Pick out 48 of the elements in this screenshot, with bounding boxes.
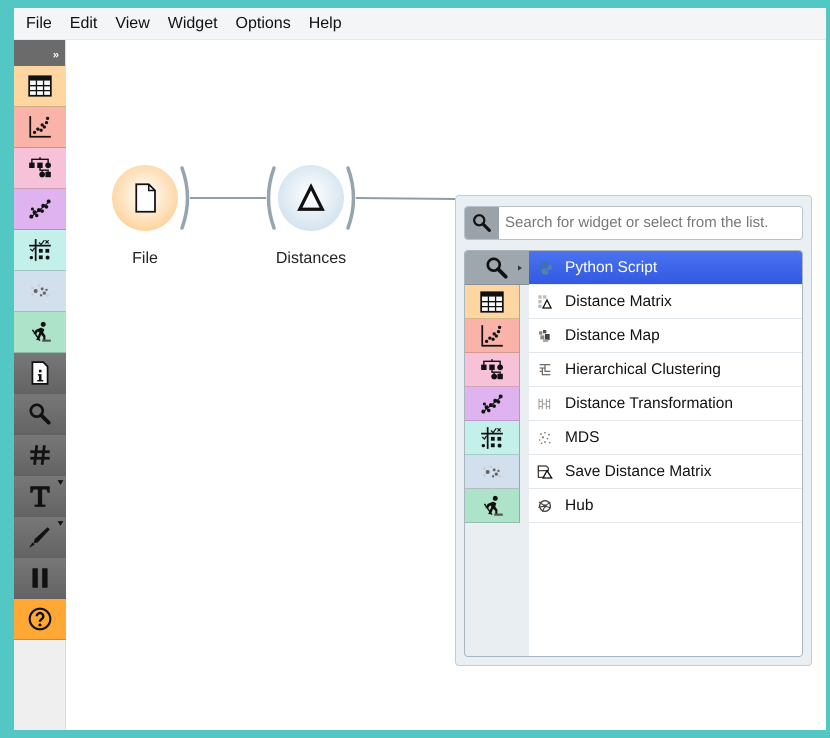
- transform-icon: [537, 396, 553, 412]
- category-button[interactable]: [14, 189, 66, 230]
- dendrogram-icon: [537, 362, 553, 378]
- python-icon: [537, 260, 553, 276]
- category-button[interactable]: [14, 230, 66, 271]
- category-button[interactable]: [14, 66, 66, 107]
- matrix-icon: [537, 294, 553, 310]
- tool-button[interactable]: [14, 599, 66, 640]
- node-label: Distances: [274, 249, 348, 269]
- menu-item[interactable]: Options: [230, 10, 297, 38]
- widget-list-item[interactable]: Python Script: [529, 251, 802, 285]
- search-icon: [471, 212, 493, 234]
- link-line[interactable]: [356, 197, 456, 200]
- triangle-icon: [296, 183, 326, 213]
- search-icon: [27, 401, 53, 427]
- table-icon: [479, 288, 505, 314]
- collapse-toggle[interactable]: »: [14, 40, 65, 66]
- category-tab[interactable]: [465, 489, 520, 523]
- tool-button[interactable]: [14, 353, 66, 394]
- menu-item[interactable]: View: [109, 10, 156, 38]
- search-icon: [484, 254, 510, 280]
- caret-icon: [57, 520, 64, 527]
- hub-icon: [537, 498, 553, 514]
- grid-icon: [479, 424, 505, 450]
- category-tab[interactable]: [465, 319, 520, 353]
- grid-icon: [27, 237, 53, 263]
- menu-item[interactable]: File: [20, 10, 58, 38]
- scatter-plot-icon: [27, 114, 53, 140]
- menu-item[interactable]: Help: [302, 10, 348, 38]
- category-tab[interactable]: [465, 285, 520, 319]
- category-tab[interactable]: [465, 353, 520, 387]
- category-button[interactable]: [14, 148, 66, 189]
- category-tab[interactable]: [465, 421, 520, 455]
- category-button[interactable]: [14, 107, 66, 148]
- category-tab[interactable]: [465, 387, 520, 421]
- node-label: File: [131, 249, 159, 269]
- table-icon: [27, 73, 53, 99]
- menu-item[interactable]: Widget: [162, 10, 224, 38]
- category-button[interactable]: [14, 312, 66, 353]
- tree-icon: [479, 356, 505, 382]
- arrow-icon: [517, 265, 523, 271]
- menu-item[interactable]: Edit: [64, 10, 104, 38]
- scatter-plot-icon: [479, 322, 505, 348]
- help-icon: [27, 606, 53, 632]
- save-icon: [537, 464, 553, 480]
- caret-icon: [57, 479, 64, 486]
- points-icon: [537, 430, 553, 446]
- search-field[interactable]: Search for widget or select from the list.: [464, 206, 803, 240]
